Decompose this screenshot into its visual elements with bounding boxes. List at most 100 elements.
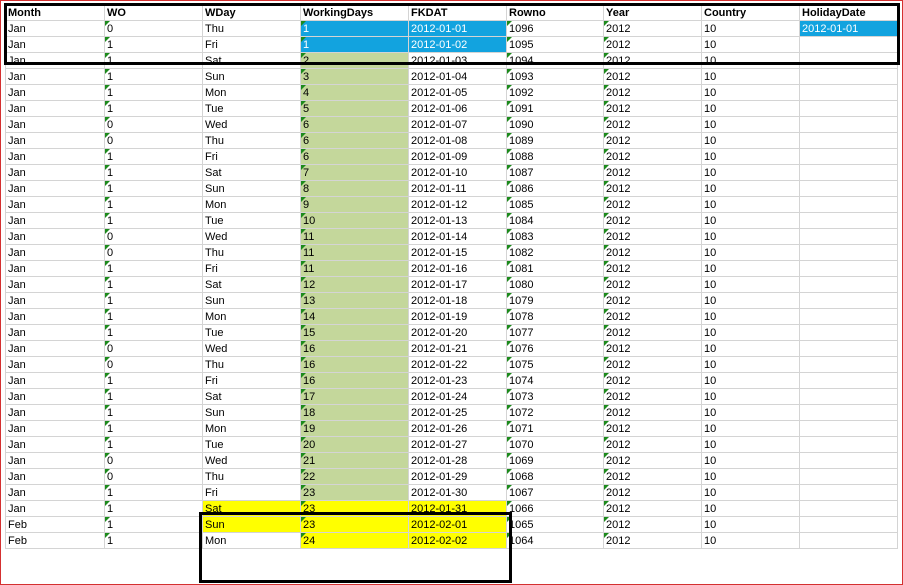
cell-country[interactable]: 10 [701, 36, 800, 53]
cell-wo[interactable]: 1 [104, 276, 203, 293]
cell-workingdays[interactable]: 5 [300, 100, 409, 117]
cell-country[interactable]: 10 [701, 100, 800, 117]
cell-year[interactable]: 2012 [603, 516, 702, 533]
cell-year[interactable]: 2012 [603, 500, 702, 517]
cell-holidaydate[interactable] [799, 36, 898, 53]
cell-rowno[interactable]: 1087 [506, 164, 604, 181]
cell-wo[interactable]: 1 [104, 260, 203, 277]
cell-holidaydate[interactable] [799, 436, 898, 453]
cell-country[interactable]: 10 [701, 84, 800, 101]
cell-holidaydate[interactable] [799, 420, 898, 437]
cell-year[interactable]: 2012 [603, 244, 702, 261]
cell-month[interactable]: Jan [5, 132, 105, 149]
cell-wday[interactable]: Fri [202, 484, 301, 501]
cell-wo[interactable]: 1 [104, 436, 203, 453]
cell-month[interactable]: Jan [5, 244, 105, 261]
cell-year[interactable]: 2012 [603, 436, 702, 453]
cell-holidaydate[interactable] [799, 324, 898, 341]
cell-holidaydate[interactable] [799, 116, 898, 133]
cell-holidaydate[interactable] [799, 100, 898, 117]
cell-year[interactable]: 2012 [603, 532, 702, 549]
cell-workingdays[interactable]: 11 [300, 228, 409, 245]
cell-fkdat[interactable]: 2012-01-16 [408, 260, 507, 277]
cell-fkdat[interactable]: 2012-01-25 [408, 404, 507, 421]
cell-country[interactable]: 10 [701, 484, 800, 501]
cell-wday[interactable]: Mon [202, 84, 301, 101]
cell-wo[interactable]: 1 [104, 532, 203, 549]
cell-wday[interactable]: Thu [202, 468, 301, 485]
cell-country[interactable]: 10 [701, 260, 800, 277]
cell-holidaydate[interactable]: 2012-01-01 [799, 20, 898, 37]
cell-country[interactable]: 10 [701, 164, 800, 181]
cell-month[interactable]: Jan [5, 276, 105, 293]
cell-month[interactable]: Jan [5, 356, 105, 373]
cell-workingdays[interactable]: 12 [300, 276, 409, 293]
cell-wo[interactable]: 1 [104, 484, 203, 501]
cell-wo[interactable]: 1 [104, 148, 203, 165]
cell-workingdays[interactable]: 11 [300, 260, 409, 277]
cell-country[interactable]: 10 [701, 116, 800, 133]
cell-month[interactable]: Jan [5, 340, 105, 357]
cell-holidaydate[interactable] [799, 388, 898, 405]
cell-country[interactable]: 10 [701, 340, 800, 357]
cell-workingdays[interactable]: 11 [300, 244, 409, 261]
cell-month[interactable]: Jan [5, 36, 105, 53]
cell-wday[interactable]: Tue [202, 324, 301, 341]
cell-rowno[interactable]: 1083 [506, 228, 604, 245]
cell-fkdat[interactable]: 2012-01-09 [408, 148, 507, 165]
cell-fkdat[interactable]: 2012-01-19 [408, 308, 507, 325]
cell-fkdat[interactable]: 2012-01-05 [408, 84, 507, 101]
cell-year[interactable]: 2012 [603, 468, 702, 485]
cell-year[interactable]: 2012 [603, 164, 702, 181]
cell-workingdays[interactable]: 6 [300, 132, 409, 149]
cell-fkdat[interactable]: 2012-01-02 [408, 36, 507, 53]
cell-wday[interactable]: Mon [202, 420, 301, 437]
cell-country[interactable]: 10 [701, 228, 800, 245]
column-header-fkdat[interactable]: FKDAT [408, 4, 507, 21]
cell-workingdays[interactable]: 17 [300, 388, 409, 405]
cell-country[interactable]: 10 [701, 276, 800, 293]
cell-fkdat[interactable]: 2012-02-02 [408, 532, 507, 549]
cell-wday[interactable]: Thu [202, 132, 301, 149]
cell-workingdays[interactable]: 16 [300, 356, 409, 373]
cell-wday[interactable]: Wed [202, 340, 301, 357]
cell-year[interactable]: 2012 [603, 228, 702, 245]
cell-workingdays[interactable]: 16 [300, 340, 409, 357]
cell-holidaydate[interactable] [799, 244, 898, 261]
cell-holidaydate[interactable] [799, 404, 898, 421]
cell-wo[interactable]: 1 [104, 404, 203, 421]
cell-month[interactable]: Jan [5, 116, 105, 133]
cell-fkdat[interactable]: 2012-01-08 [408, 132, 507, 149]
cell-country[interactable]: 10 [701, 532, 800, 549]
cell-year[interactable]: 2012 [603, 452, 702, 469]
cell-wday[interactable]: Sun [202, 404, 301, 421]
cell-holidaydate[interactable] [799, 228, 898, 245]
cell-fkdat[interactable]: 2012-01-18 [408, 292, 507, 309]
cell-rowno[interactable]: 1076 [506, 340, 604, 357]
cell-workingdays[interactable]: 2 [300, 52, 409, 69]
cell-month[interactable]: Jan [5, 500, 105, 517]
cell-rowno[interactable]: 1091 [506, 100, 604, 117]
cell-holidaydate[interactable] [799, 212, 898, 229]
cell-country[interactable]: 10 [701, 212, 800, 229]
cell-wo[interactable]: 1 [104, 84, 203, 101]
cell-year[interactable]: 2012 [603, 388, 702, 405]
cell-rowno[interactable]: 1075 [506, 356, 604, 373]
cell-wo[interactable]: 0 [104, 340, 203, 357]
cell-wday[interactable]: Sat [202, 500, 301, 517]
cell-year[interactable]: 2012 [603, 308, 702, 325]
cell-wo[interactable]: 1 [104, 52, 203, 69]
cell-country[interactable]: 10 [701, 132, 800, 149]
cell-wo[interactable]: 1 [104, 196, 203, 213]
cell-country[interactable]: 10 [701, 420, 800, 437]
cell-rowno[interactable]: 1072 [506, 404, 604, 421]
cell-month[interactable]: Feb [5, 516, 105, 533]
cell-year[interactable]: 2012 [603, 212, 702, 229]
cell-wday[interactable]: Sun [202, 68, 301, 85]
cell-month[interactable]: Jan [5, 148, 105, 165]
cell-rowno[interactable]: 1065 [506, 516, 604, 533]
cell-wday[interactable]: Tue [202, 100, 301, 117]
cell-month[interactable]: Jan [5, 404, 105, 421]
cell-wday[interactable]: Thu [202, 244, 301, 261]
cell-rowno[interactable]: 1084 [506, 212, 604, 229]
